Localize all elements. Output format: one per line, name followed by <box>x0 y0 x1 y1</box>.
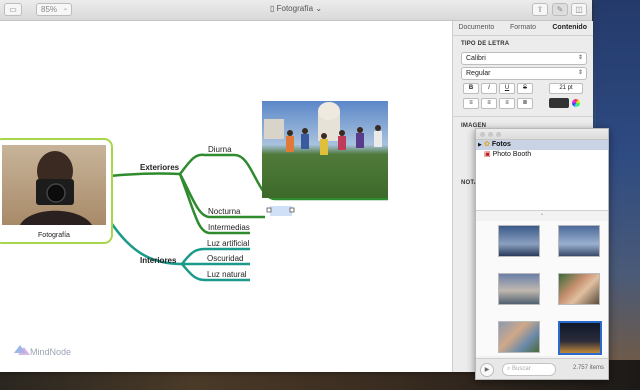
search-field[interactable]: ⌕ Buscar <box>502 363 556 376</box>
node-diurna[interactable]: Diurna <box>208 145 232 154</box>
align-right-icon[interactable]: ≡ <box>499 98 515 109</box>
strikethrough-button[interactable]: S <box>517 83 533 94</box>
share-button[interactable]: ⇪ <box>532 3 548 16</box>
tab-formato[interactable]: Formato <box>500 21 547 35</box>
source-label: Fotos <box>491 141 511 148</box>
font-family-value: Calibri <box>466 55 486 62</box>
mindnode-logo-icon <box>14 345 30 355</box>
node-interiores[interactable]: Interiores <box>140 256 177 265</box>
chevron-updown-icon: ⇕ <box>577 55 583 61</box>
photo-booth-icon: ▣ <box>484 151 491 158</box>
photo-thumbnail[interactable] <box>498 321 540 353</box>
search-icon: ⌕ <box>507 366 511 372</box>
font-style-popup[interactable]: Regular ⇕ <box>461 67 587 80</box>
media-browser-footer: ▶ ⌕ Buscar 2.757 items <box>476 358 608 379</box>
bold-button[interactable]: B <box>463 83 479 94</box>
node-oscuridad[interactable]: Oscuridad <box>207 254 243 263</box>
photo-grid <box>476 221 608 356</box>
inspector-toggle-button[interactable]: ✎ <box>552 3 568 16</box>
new-node-placeholder[interactable] <box>266 206 295 216</box>
font-size-field[interactable]: 21 pt <box>549 83 583 94</box>
source-fotos[interactable]: ▶ ✿ Fotos <box>476 140 608 150</box>
search-placeholder: Buscar <box>512 366 531 372</box>
tab-documento[interactable]: Documento <box>453 21 500 35</box>
photos-app-icon: ✿ <box>484 141 490 148</box>
chevron-down-icon: ⌄ <box>315 4 323 13</box>
photo-thumbnail[interactable] <box>498 225 540 257</box>
photo-thumbnail[interactable] <box>498 273 540 305</box>
zoom-button[interactable] <box>496 132 501 137</box>
source-list: ▶ ✿ Fotos ▣ Photo Booth <box>476 140 608 211</box>
photo-thumbnail-selected[interactable] <box>558 321 602 355</box>
source-photo-booth[interactable]: ▣ Photo Booth <box>476 150 608 160</box>
items-count: 2.757 items <box>572 365 604 371</box>
node-exteriores[interactable]: Exteriores <box>140 163 180 172</box>
root-node-label: Fotografía <box>38 232 70 239</box>
diurna-photo[interactable] <box>262 101 388 198</box>
node-luz-artificial[interactable]: Luz artificial <box>207 239 249 248</box>
media-browser-panel: ▶ ✿ Fotos ▣ Photo Booth • ▶ ⌕ Buscar 2.7… <box>475 128 609 380</box>
close-button[interactable] <box>480 132 485 137</box>
play-icon[interactable]: ▶ <box>480 363 494 377</box>
inspector-tabs: Documento Formato Contenido <box>453 21 593 36</box>
layout-toggle-button[interactable]: ◫ <box>571 3 587 16</box>
source-label: Photo Booth <box>492 151 532 158</box>
title-bar: ▭ 85% ⌄ ▯ Fotografía ⌄ ⇪ ✎ ◫ <box>0 0 592 21</box>
font-section-title: TIPO DE LETRA <box>461 41 510 47</box>
chevron-updown-icon: ⇕ <box>577 70 583 76</box>
divider <box>453 116 593 117</box>
photo-thumbnail[interactable] <box>558 273 600 305</box>
node-luz-natural[interactable]: Luz natural <box>207 270 247 279</box>
align-center-icon[interactable]: ≡ <box>481 98 497 109</box>
sidebar-toggle-button[interactable]: ▭ <box>4 3 22 16</box>
zoom-control[interactable]: 85% ⌄ <box>36 3 72 16</box>
minimize-button[interactable] <box>488 132 493 137</box>
split-handle[interactable]: • <box>476 210 608 220</box>
font-family-popup[interactable]: Calibri ⇕ <box>461 52 587 65</box>
disclosure-triangle-icon[interactable]: ▶ <box>478 140 482 150</box>
root-node[interactable] <box>0 138 113 244</box>
window-title[interactable]: ▯ Fotografía ⌄ <box>270 4 322 13</box>
node-intermedias[interactable]: Intermedias <box>208 223 250 232</box>
resize-handle-left[interactable] <box>266 207 272 213</box>
align-justify-icon[interactable]: ≣ <box>517 98 533 109</box>
underline-button[interactable]: U <box>499 83 515 94</box>
zoom-value: 85% <box>41 5 58 14</box>
mind-map-canvas[interactable]: Fotografía Exteriores Interiores Diurna … <box>0 21 452 372</box>
color-wheel-icon[interactable] <box>572 99 580 107</box>
font-style-value: Regular <box>466 70 491 77</box>
photo-thumbnail[interactable] <box>558 225 600 257</box>
text-color-well[interactable] <box>549 98 569 108</box>
align-left-icon[interactable]: ≡ <box>463 98 479 109</box>
tab-contenido[interactable]: Contenido <box>546 21 593 35</box>
brand-wordmark: MindNode <box>30 347 71 357</box>
media-browser-titlebar[interactable] <box>476 129 608 140</box>
italic-button[interactable]: I <box>481 83 497 94</box>
chevron-down-icon: ⌄ <box>62 6 68 12</box>
document-icon: ▯ <box>270 4 277 13</box>
resize-handle-right[interactable] <box>289 207 295 213</box>
node-nocturna[interactable]: Nocturna <box>208 207 241 216</box>
